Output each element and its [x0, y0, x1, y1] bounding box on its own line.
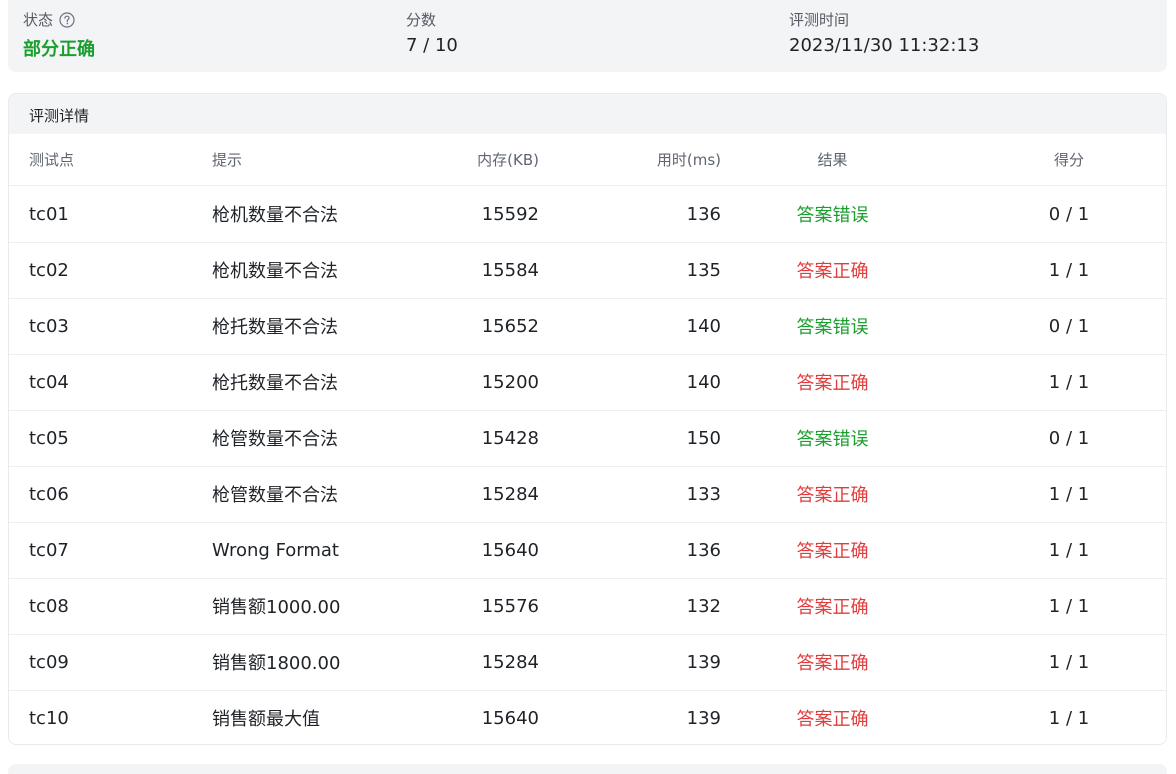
testcase-hint: 枪机数量不合法	[212, 261, 338, 282]
column-header-memory: 内存(KB)	[477, 151, 539, 169]
testcase-hint: 销售额最大值	[212, 709, 320, 730]
testcase-id: tc09	[29, 651, 69, 673]
table-header: 测试点 提示 内存(KB) 用时(ms) 结果 得分	[9, 134, 1166, 186]
table-row: tc07 Wrong Format 15640 136 答案正确 1 / 1	[9, 522, 1166, 579]
column-header-score: 得分	[1053, 151, 1084, 169]
details-header: 评测详情	[9, 94, 1166, 134]
testcase-id: tc02	[29, 259, 69, 281]
status-value: 部分正确	[23, 39, 95, 60]
testcase-id: tc04	[29, 371, 69, 393]
time-value: 139	[686, 651, 721, 673]
testcase-hint: 枪管数量不合法	[212, 485, 338, 506]
time-value: 136	[686, 539, 721, 561]
testcase-id: tc05	[29, 427, 69, 449]
result-value: 答案正确	[796, 261, 869, 282]
judge-details-panel: 评测详情 测试点 提示 内存(KB) 用时(ms) 结果 得分 tc01 枪机数量…	[8, 93, 1167, 745]
result-value: 答案正确	[796, 541, 869, 562]
score-value: 1 / 1	[1048, 595, 1090, 617]
testcase-id: tc07	[29, 539, 69, 561]
testcase-hint: 枪托数量不合法	[212, 317, 338, 338]
memory-value: 15652	[481, 315, 539, 337]
time-value: 133	[686, 483, 721, 505]
result-value: 答案正确	[796, 709, 869, 730]
memory-value: 15200	[481, 371, 539, 393]
table-row: tc08 销售额1000.00 15576 132 答案正确 1 / 1	[9, 578, 1166, 635]
result-value: 答案正确	[796, 653, 869, 674]
score-value: 1 / 1	[1048, 483, 1090, 505]
table-row: tc01 枪机数量不合法 15592 136 答案错误 0 / 1	[9, 186, 1166, 243]
score-value: 1 / 1	[1048, 651, 1090, 673]
question-circle-icon[interactable]	[59, 11, 75, 28]
testcase-hint: 枪机数量不合法	[212, 205, 338, 226]
score-label: 分数	[406, 11, 437, 29]
result-value: 答案正确	[796, 485, 869, 506]
judge-time-value: 2023/11/30 11:32:13	[789, 35, 980, 56]
testcase-id: tc01	[29, 203, 69, 225]
submission-summary: 状态 部分正确 分数 7 / 10 评测时间 2023/11/30 11:32:…	[8, 0, 1167, 72]
time-value: 150	[686, 427, 721, 449]
table-row: tc02 枪机数量不合法 15584 135 答案正确 1 / 1	[9, 242, 1166, 299]
result-value: 答案正确	[796, 597, 869, 618]
testcase-id: tc06	[29, 483, 69, 505]
memory-value: 15640	[481, 707, 539, 729]
table-row: tc09 销售额1800.00 15284 139 答案正确 1 / 1	[9, 634, 1166, 691]
memory-value: 15576	[481, 595, 539, 617]
score-value: 0 / 1	[1048, 315, 1090, 337]
score-value: 1 / 1	[1048, 259, 1090, 281]
score-value: 0 / 1	[1048, 203, 1090, 225]
score-value: 1 / 1	[1048, 371, 1090, 393]
table-row: tc10 销售额最大值 15640 139 答案正确 1 / 1	[9, 690, 1166, 744]
next-section-edge	[8, 764, 1167, 774]
time-value: 132	[686, 595, 721, 617]
time-value: 136	[686, 203, 721, 225]
column-header-result: 结果	[817, 151, 848, 169]
column-header-time: 用时(ms)	[656, 151, 721, 169]
result-value: 答案错误	[796, 205, 869, 226]
testcase-hint: 销售额1000.00	[212, 597, 341, 618]
testcase-id: tc10	[29, 707, 69, 729]
time-value: 135	[686, 259, 721, 281]
time-value: 139	[686, 707, 721, 729]
memory-value: 15428	[481, 427, 539, 449]
column-header-hint: 提示	[212, 151, 243, 169]
score-value: 0 / 1	[1048, 427, 1090, 449]
time-value: 140	[686, 371, 721, 393]
memory-value: 15640	[481, 539, 539, 561]
column-header-testcase: 测试点	[29, 151, 75, 169]
table-row: tc05 枪管数量不合法 15428 150 答案错误 0 / 1	[9, 410, 1166, 467]
testcase-id: tc08	[29, 595, 69, 617]
score-value: 7 / 10	[406, 35, 458, 56]
table-row: tc03 枪托数量不合法 15652 140 答案错误 0 / 1	[9, 298, 1166, 355]
score-value: 1 / 1	[1048, 707, 1090, 729]
status-label: 状态	[23, 11, 54, 29]
testcase-hint: 销售额1800.00	[212, 653, 341, 674]
result-value: 答案错误	[796, 429, 869, 450]
result-value: 答案正确	[796, 373, 869, 394]
time-value: 140	[686, 315, 721, 337]
memory-value: 15284	[481, 651, 539, 673]
memory-value: 15584	[481, 259, 539, 281]
testcase-hint: 枪托数量不合法	[212, 373, 338, 394]
memory-value: 15284	[481, 483, 539, 505]
testcase-hint: Wrong Format	[212, 539, 339, 561]
testcase-hint: 枪管数量不合法	[212, 429, 338, 450]
memory-value: 15592	[481, 203, 539, 225]
judge-time-label: 评测时间	[789, 11, 850, 29]
table-row: tc04 枪托数量不合法 15200 140 答案正确 1 / 1	[9, 354, 1166, 411]
result-value: 答案错误	[796, 317, 869, 338]
testcase-id: tc03	[29, 315, 69, 337]
details-title: 评测详情	[29, 107, 90, 125]
score-value: 1 / 1	[1048, 539, 1090, 561]
table-row: tc06 枪管数量不合法 15284 133 答案正确 1 / 1	[9, 466, 1166, 523]
